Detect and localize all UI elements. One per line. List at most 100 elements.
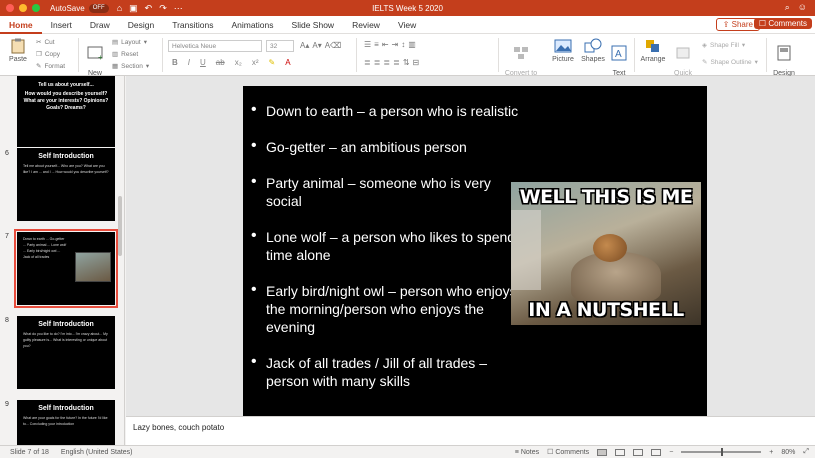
tab-design[interactable]: Design (119, 16, 163, 34)
slide-thumbnail-8[interactable]: Self Introduction What do you like to do… (17, 316, 115, 389)
tab-home[interactable]: Home (0, 16, 42, 34)
bold-icon[interactable]: B (172, 58, 178, 67)
indent-increase-icon[interactable]: ⇥ (392, 40, 399, 49)
strikethrough-icon[interactable]: ab (216, 58, 225, 67)
layout-button[interactable]: ▤ Layout ▾ (112, 38, 147, 47)
numbering-icon[interactable]: ≡ (374, 40, 379, 49)
fit-to-window-icon[interactable]: ⤢ (803, 448, 809, 456)
tab-draw[interactable]: Draw (81, 16, 119, 34)
current-slide[interactable]: Down to earth – a person who is realisti… (243, 86, 707, 416)
zoom-window-icon[interactable] (32, 4, 40, 12)
italic-icon[interactable]: I (188, 58, 190, 67)
zoom-slider[interactable] (681, 448, 762, 456)
shape-outline-button[interactable]: ✎ Shape Outline ▾ (702, 58, 758, 67)
slide-thumbnails-panel: Tell us about yourself... How would you … (0, 76, 125, 445)
justify-icon[interactable]: ≣ (393, 58, 400, 67)
tab-review[interactable]: Review (343, 16, 389, 34)
close-window-icon[interactable] (6, 4, 14, 12)
font-size-select[interactable]: 32 (266, 40, 294, 52)
notes-pane[interactable]: Lazy bones, couch potato (126, 416, 815, 445)
notes-text[interactable]: Lazy bones, couch potato (133, 423, 224, 432)
title-bar: AutoSave OFF ⌂ ▣ ↶ ↷ ⋯ IELTS Week 5 2020… (0, 0, 815, 16)
font-color-icon[interactable]: A (285, 58, 290, 67)
tab-animations[interactable]: Animations (222, 16, 282, 34)
zoom-in-icon[interactable]: + (769, 449, 773, 456)
thumbnail-meme-image (75, 252, 111, 282)
slide-sorter-view-icon[interactable] (615, 448, 626, 456)
slide-thumbnail-5[interactable]: Tell us about yourself... How would you … (17, 76, 115, 147)
reset-button[interactable]: ▥ Reset (112, 50, 139, 59)
redo-icon[interactable]: ↷ (159, 3, 167, 14)
shapes-button[interactable]: Shapes (580, 38, 606, 63)
comments-toggle[interactable]: ☐ Comments (547, 448, 589, 456)
text-direction-icon[interactable]: ⇅ (403, 58, 410, 67)
bullet-list[interactable]: Down to earth – a person who is realisti… (251, 101, 521, 408)
section-icon: ▦ (112, 63, 119, 70)
text-box-icon: A (611, 45, 627, 61)
bullet-item[interactable]: Early bird/night owl – person who enjoys… (251, 281, 521, 336)
autosave-control[interactable]: AutoSave OFF (50, 3, 109, 13)
shape-fill-button[interactable]: ◈ Shape Fill ▾ (702, 41, 745, 50)
align-right-icon[interactable]: ≣ (383, 58, 390, 67)
arrange-button[interactable]: Arrange (638, 38, 668, 63)
status-bar: Slide 7 of 18 English (United States) ≡ … (0, 445, 815, 458)
reset-label: Reset (121, 50, 139, 58)
bullet-item[interactable]: Down to earth – a person who is realisti… (251, 101, 521, 120)
underline-icon[interactable]: U (200, 58, 206, 67)
superscript-icon[interactable]: x² (252, 58, 259, 67)
zoom-level[interactable]: 80% (781, 449, 795, 456)
reading-view-icon[interactable] (633, 448, 644, 456)
paste-button[interactable]: Paste (6, 38, 30, 63)
language-indicator[interactable]: English (United States) (61, 449, 133, 456)
slide-canvas: Down to earth – a person who is realisti… (126, 76, 815, 416)
indent-decrease-icon[interactable]: ⇤ (382, 40, 389, 49)
zoom-slider-handle[interactable] (721, 448, 724, 456)
section-button[interactable]: ▦ Section ▾ (112, 62, 149, 71)
subscript-icon[interactable]: x₂ (235, 58, 242, 67)
minimize-window-icon[interactable] (19, 4, 27, 12)
align-text-icon[interactable]: ⊟ (413, 58, 420, 67)
save-icon[interactable]: ▣ (129, 3, 138, 14)
comments-toggle-label: Comments (555, 449, 590, 456)
bullet-item[interactable]: Lone wolf – a person who likes to spend … (251, 227, 521, 264)
comments-button[interactable]: ☐ Comments (753, 18, 812, 29)
bullet-item[interactable]: Party animal – someone who is very socia… (251, 173, 521, 210)
bullet-item[interactable]: Go-getter – an ambitious person (251, 137, 521, 156)
cut-button[interactable]: ✂ Cut (36, 38, 55, 47)
tab-transitions[interactable]: Transitions (163, 16, 222, 34)
zoom-out-icon[interactable]: − (669, 449, 673, 456)
increase-font-icon[interactable]: A▴ (300, 41, 309, 50)
tab-view[interactable]: View (389, 16, 425, 34)
tab-slide-show[interactable]: Slide Show (283, 16, 344, 34)
slide-thumbnail-9[interactable]: Self Introduction What are your goals fo… (17, 400, 115, 445)
more-icon[interactable]: ⋯ (174, 3, 183, 14)
clear-format-icon[interactable]: A⌫ (325, 41, 342, 50)
account-icon[interactable]: ☺ (798, 2, 807, 13)
slide-thumbnail-7[interactable]: Down to earth ... Go-getter ... Party an… (14, 229, 118, 308)
bullet-item[interactable]: Jack of all trades / Jill of all trades … (251, 353, 521, 390)
slideshow-view-icon[interactable] (651, 448, 662, 456)
normal-view-icon[interactable] (597, 448, 608, 456)
decrease-font-icon[interactable]: A▾ (312, 41, 321, 50)
new-slide-icon: + (87, 46, 103, 61)
meme-image[interactable]: WELL THIS IS ME IN A NUTSHELL (511, 182, 701, 325)
autosave-toggle[interactable]: OFF (88, 3, 109, 13)
search-icon[interactable]: ⌕ (785, 2, 790, 13)
undo-icon[interactable]: ↶ (145, 3, 153, 14)
font-name-select[interactable]: Helvetica Neue (168, 40, 262, 52)
bullets-icon[interactable]: ☰ (364, 40, 371, 49)
align-center-icon[interactable]: ≣ (374, 58, 381, 67)
copy-button[interactable]: ❐ Copy (36, 50, 60, 59)
highlight-icon[interactable]: ✎ (268, 58, 275, 67)
slide-thumbnail-6[interactable]: Self Introduction Tell me about yourself… (17, 148, 115, 221)
align-left-icon[interactable]: ≣ (364, 58, 371, 67)
columns-icon[interactable]: ▥ (408, 40, 416, 49)
format-painter-button[interactable]: ✎ Format (36, 62, 65, 71)
notes-toggle[interactable]: ≡ Notes (515, 449, 539, 456)
picture-button[interactable]: Picture (550, 38, 576, 63)
home-icon[interactable]: ⌂ (117, 3, 122, 14)
line-spacing-icon[interactable]: ↕ (401, 40, 405, 49)
cut-label: Cut (44, 38, 55, 46)
thumbnails-scrollbar[interactable] (118, 196, 122, 256)
tab-insert[interactable]: Insert (42, 16, 81, 34)
